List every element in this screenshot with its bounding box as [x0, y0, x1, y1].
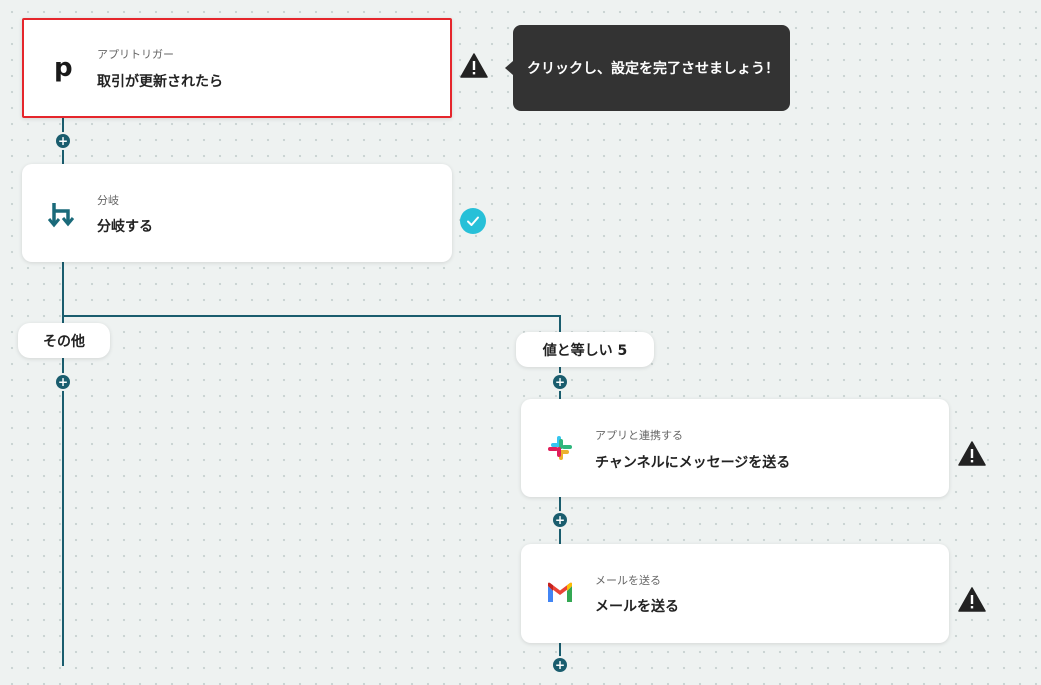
setup-tooltip: クリックし、設定を完了させましょう！ — [505, 25, 790, 111]
branch-icon — [47, 198, 79, 230]
gmail-icon — [544, 577, 576, 609]
connector-branch-horizontal — [62, 315, 561, 317]
check-icon — [460, 208, 486, 234]
branch-title: 分岐する — [97, 219, 153, 235]
slack-title: チャンネルにメッセージを送る — [595, 455, 791, 471]
add-step-button[interactable]: + — [553, 375, 567, 389]
trigger-title: 取引が更新されたら — [97, 74, 223, 90]
pipedrive-p-icon: p — [48, 52, 80, 84]
slack-icon — [544, 432, 576, 464]
branch-step-card[interactable]: 分岐 分岐する — [22, 164, 452, 262]
branch-category: 分岐 — [97, 194, 119, 207]
gmail-title: メールを送る — [595, 599, 679, 615]
add-step-button[interactable]: + — [553, 513, 567, 527]
add-step-button[interactable]: + — [553, 658, 567, 672]
trigger-step-card[interactable]: p アプリトリガー 取引が更新されたら — [22, 18, 452, 118]
branch-label-other: その他 — [18, 323, 110, 358]
warning-icon[interactable] — [460, 53, 488, 79]
gmail-step-card[interactable]: メールを送る メールを送る — [521, 544, 949, 643]
trigger-category: アプリトリガー — [97, 48, 174, 61]
add-step-button[interactable]: + — [56, 134, 70, 148]
gmail-category: メールを送る — [595, 574, 661, 587]
warning-icon[interactable] — [958, 441, 986, 467]
add-step-button[interactable]: + — [56, 375, 70, 389]
tooltip-text: クリックし、設定を完了させましょう！ — [527, 61, 779, 77]
branch-label-equals: 値と等しい 5 — [516, 332, 654, 367]
warning-icon[interactable] — [958, 587, 986, 613]
slack-step-card[interactable]: アプリと連携する チャンネルにメッセージを送る — [521, 399, 949, 497]
svg-text:p: p — [54, 54, 73, 82]
slack-category: アプリと連携する — [595, 429, 683, 442]
